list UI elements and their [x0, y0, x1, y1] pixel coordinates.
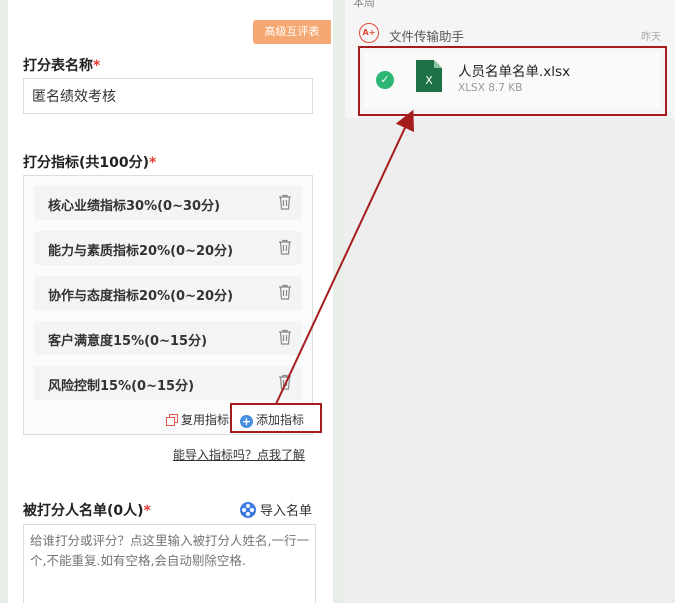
- add-metric-button[interactable]: + 添加指标: [240, 411, 304, 428]
- copy-icon: [166, 414, 178, 426]
- sheet-name-label: 打分表名称*: [23, 55, 100, 75]
- svg-text:X: X: [425, 74, 433, 87]
- message-time: 昨天: [641, 32, 661, 43]
- import-list-button[interactable]: 导入名单: [240, 500, 312, 519]
- metrics-label: 打分指标(共100分)*: [23, 152, 156, 172]
- trash-icon[interactable]: [278, 239, 292, 255]
- metric-item[interactable]: 能力与素质指标20%(0~20分): [34, 231, 302, 265]
- file-card-highlight: ✓ X 人员名单名单.xlsx XLSX 8.7 KB: [358, 46, 667, 116]
- rated-list-label-text: 被打分人名单(0人): [23, 503, 144, 519]
- import-icon: [240, 502, 256, 518]
- plus-circle-icon: +: [240, 415, 253, 428]
- required-mark: *: [143, 503, 151, 519]
- file-card[interactable]: ✓ X 人员名单名单.xlsx XLSX 8.7 KB: [364, 52, 660, 109]
- selected-check-icon[interactable]: ✓: [376, 71, 394, 89]
- metric-item[interactable]: 核心业绩指标30%(0~30分): [34, 186, 302, 220]
- metric-label: 核心业绩指标30%(0~30分): [48, 199, 221, 214]
- advanced-mutual-rating-button[interactable]: 高级互评表: [253, 20, 331, 44]
- sheet-name-input[interactable]: 匿名绩效考核: [23, 78, 313, 114]
- reuse-metrics-button[interactable]: 复用指标: [166, 411, 229, 428]
- trash-icon[interactable]: [278, 284, 292, 300]
- excel-file-icon: X: [416, 60, 442, 92]
- add-metric-highlight: + 添加指标: [230, 403, 322, 433]
- import-metrics-help-link[interactable]: 能导入指标吗？点我了解: [173, 446, 305, 463]
- score-form-panel: 高级互评表 打分表名称* 匿名绩效考核 打分指标(共100分)* 核心业绩指标3…: [8, 0, 333, 603]
- trash-icon[interactable]: [278, 374, 292, 390]
- metric-label: 能力与素质指标20%(0~20分): [48, 244, 234, 259]
- file-name: 人员名单名单.xlsx: [458, 64, 571, 80]
- required-mark: *: [149, 155, 157, 171]
- add-metric-label: 添加指标: [256, 413, 305, 427]
- import-list-label: 导入名单: [260, 504, 313, 519]
- rated-list-label: 被打分人名单(0人)*: [23, 500, 151, 520]
- metric-item[interactable]: 协作与态度指标20%(0~20分): [34, 276, 302, 310]
- file-transfer-chat-panel: 本周 A+ 文件传输助手 昨天 ✓ X 人员名单名单.xlsx XLSX 8.7…: [345, 0, 675, 603]
- trash-icon[interactable]: [278, 194, 292, 210]
- rated-names-textarea[interactable]: [23, 524, 316, 603]
- trash-icon[interactable]: [278, 329, 292, 345]
- metrics-container: 核心业绩指标30%(0~30分) 能力与素质指标20%(0~20分) 协作与态度…: [23, 175, 313, 435]
- sender-row: A+ 文件传输助手 昨天: [359, 23, 669, 45]
- metric-label: 客户满意度15%(0~15分): [48, 334, 208, 349]
- required-mark: *: [93, 58, 101, 74]
- metric-item[interactable]: 客户满意度15%(0~15分): [34, 321, 302, 355]
- metric-label: 协作与态度指标20%(0~20分): [48, 289, 234, 304]
- date-divider: 本周: [353, 0, 375, 9]
- sender-name: 文件传输助手: [389, 29, 465, 44]
- metric-label: 风险控制15%(0~15分): [48, 379, 195, 394]
- metrics-label-text: 打分指标(共100分): [23, 155, 150, 171]
- chat-message-area: 本周 A+ 文件传输助手 昨天 ✓ X 人员名单名单.xlsx XLSX 8.7…: [345, 0, 675, 118]
- reuse-metrics-label: 复用指标: [181, 413, 230, 427]
- avatar[interactable]: A+: [359, 23, 379, 43]
- metric-item[interactable]: 风险控制15%(0~15分): [34, 366, 302, 400]
- file-meta: XLSX 8.7 KB: [458, 82, 523, 94]
- sheet-name-label-text: 打分表名称: [23, 58, 93, 74]
